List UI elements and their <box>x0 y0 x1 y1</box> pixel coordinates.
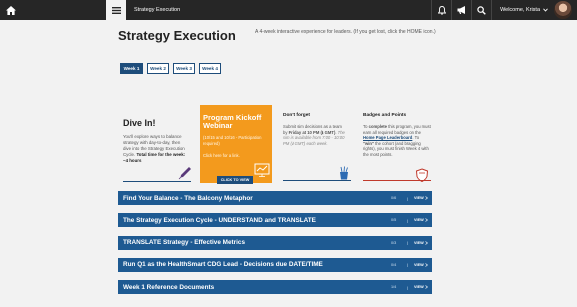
chevron-right-icon <box>425 196 428 200</box>
view-button[interactable]: VIEW <box>414 196 428 200</box>
chevron-right-icon <box>425 263 428 267</box>
notifications-button[interactable] <box>431 0 451 20</box>
module-title: Week 1 Reference Documents <box>123 283 215 291</box>
module-separator: | <box>407 284 409 290</box>
chart-icon <box>254 163 270 177</box>
module-separator: | <box>407 240 409 246</box>
dive-in-title: Dive In! <box>123 118 156 128</box>
module-separator: | <box>407 195 409 201</box>
badges-complete: complete <box>368 124 387 129</box>
module-row[interactable]: Find Your Balance - The Balcony Metaphor… <box>118 191 432 205</box>
page-title: Strategy Execution <box>118 28 236 43</box>
bell-icon <box>437 5 446 15</box>
badges-card: Badges and Points To complete this progr… <box>363 113 435 183</box>
dive-in-text: You'll explore ways to balance strategy … <box>123 134 189 164</box>
megaphone-icon <box>457 6 465 14</box>
user-menu[interactable]: Welcome, Krista <box>491 0 554 20</box>
pencil-cup-icon <box>340 166 348 180</box>
home-icon <box>6 5 16 15</box>
view-label: VIEW <box>414 218 424 223</box>
module-separator: | <box>407 217 409 223</box>
tab-week-3[interactable]: Week 3 <box>173 63 195 74</box>
kickoff-link[interactable]: Click here for a link. <box>203 153 272 158</box>
dont-forget-card: Don't forget Submit sim decisions as a t… <box>283 113 353 183</box>
tab-week-2[interactable]: Week 2 <box>147 63 169 74</box>
dive-in-card: Dive In! You'll explore ways to balance … <box>120 108 196 184</box>
module-row[interactable]: TRANSLATE Strategy - Effective Metrics 0… <box>118 235 432 250</box>
view-label: VIEW <box>414 240 424 245</box>
module-progress: 0/5 <box>391 218 397 223</box>
badges-text: To complete this program, you must earn … <box>363 124 431 157</box>
dont-forget-text: Submit sim decisions as a team by Friday… <box>283 124 345 146</box>
module-progress: 0/6 <box>391 196 397 200</box>
chevron-right-icon <box>425 218 428 223</box>
announcements-button[interactable] <box>451 0 471 20</box>
app-title: Strategy Execution <box>134 7 181 13</box>
divider <box>363 180 431 181</box>
module-separator: | <box>407 262 409 268</box>
kickoff-text: (10/15 and 10/16 - Participation require… <box>203 135 262 146</box>
chevron-right-icon <box>425 240 428 245</box>
divider <box>283 180 351 181</box>
module-list: Find Your Balance - The Balcony Metaphor… <box>118 191 432 302</box>
module-progress: 0/3 <box>391 240 397 245</box>
menu-button[interactable] <box>106 0 126 20</box>
view-button[interactable]: VIEW <box>414 285 428 289</box>
dont-forget-title: Don't forget <box>283 113 310 118</box>
welcome-text: Welcome, Krista <box>500 7 540 13</box>
dont-forget-deadline: Friday at 10 PM (ℹ GMT) <box>288 129 336 135</box>
view-button[interactable]: VIEW <box>414 241 428 245</box>
kickoff-title: Program Kickoff Webinar <box>203 113 262 130</box>
top-right-controls: Welcome, Krista <box>431 0 577 20</box>
tab-week-4[interactable]: Week 4 <box>199 63 221 74</box>
module-row[interactable]: Week 1 Reference Documents 1/4 | VIEW <box>118 280 432 295</box>
chevron-right-icon <box>425 285 428 289</box>
module-title: Find Your Balance - The Balcony Metaphor <box>123 194 253 202</box>
tab-week-1[interactable]: Week 1 <box>120 63 143 74</box>
intro-text: A 4-week interactive experience for lead… <box>255 29 436 35</box>
view-label: VIEW <box>414 196 424 200</box>
search-icon <box>477 5 486 15</box>
badges-title: Badges and Points <box>363 113 407 118</box>
week-tabs: Week 1 Week 2 Week 3 Week 4 <box>120 63 221 74</box>
avatar[interactable] <box>554 1 572 19</box>
module-title: The Strategy Execution Cycle - UNDERSTAN… <box>123 216 316 224</box>
divider <box>123 181 191 182</box>
badges-win: "win" <box>363 140 374 146</box>
top-bar: Strategy Execution Welcome, Krista <box>0 0 577 20</box>
view-button[interactable]: VIEW <box>414 218 428 222</box>
chevron-down-icon <box>543 8 548 12</box>
badges-text-pre: To <box>363 124 368 129</box>
leaderboard-link[interactable]: Home Page Leaderboard <box>363 135 412 140</box>
menu-icon <box>111 6 121 14</box>
click-to-view-button[interactable]: CLICK TO VIEW <box>217 176 253 184</box>
kickoff-card[interactable]: Program Kickoff Webinar (10/15 and 10/16… <box>200 105 272 184</box>
module-progress: 1/4 <box>391 285 397 290</box>
module-title: TRANSLATE Strategy - Effective Metrics <box>123 239 246 247</box>
module-title: Run Q1 as the HealthSmart CDG Lead - Dec… <box>123 261 323 269</box>
badges-text-to: . To <box>412 135 420 140</box>
module-row[interactable]: The Strategy Execution Cycle - UNDERSTAN… <box>118 213 432 228</box>
view-label: VIEW <box>414 262 424 267</box>
view-button[interactable]: VIEW <box>414 263 428 267</box>
home-button[interactable] <box>0 0 22 20</box>
module-row[interactable]: Run Q1 as the HealthSmart CDG Lead - Dec… <box>118 257 432 272</box>
view-label: VIEW <box>414 285 424 290</box>
module-progress: 0/4 <box>391 262 397 267</box>
search-button[interactable] <box>471 0 491 20</box>
pen-icon <box>178 167 191 180</box>
